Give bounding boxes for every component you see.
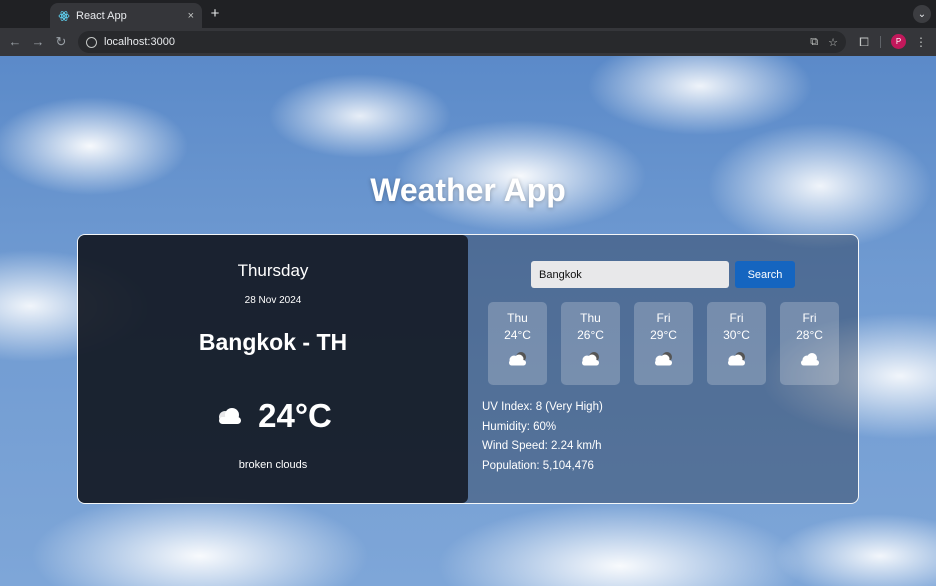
site-info-icon[interactable] [86, 36, 97, 48]
wind-speed: Wind Speed: 2.24 km/h [482, 440, 602, 452]
forecast-item: Fri 29°C [634, 302, 693, 385]
cloud-icon [800, 353, 819, 366]
current-day: Thursday [237, 261, 309, 280]
browser-tabstrip: React App × + ⌄ [0, 0, 936, 28]
back-arrow-icon[interactable]: ← [7, 34, 23, 50]
bookmark-star-icon[interactable]: ☆ [828, 36, 838, 49]
current-temp-row: 24°C [78, 397, 468, 435]
forecast-day: Thu [580, 311, 601, 325]
profile-avatar[interactable]: P [891, 34, 906, 49]
forecast-item: Thu 26°C [561, 302, 620, 385]
page-viewport: Weather App Thursday 28 Nov 2024 Bangkok… [0, 56, 936, 586]
uv-index: UV Index: 8 (Very High) [482, 401, 603, 413]
forecast-temp: 24°C [504, 328, 531, 342]
weather-condition: broken clouds [238, 459, 308, 471]
address-bar[interactable]: localhost:3000 ⧉ ☆ [78, 31, 846, 53]
forecast-day: Fri [802, 311, 817, 325]
forecast-item: Fri 28°C [780, 302, 839, 385]
current-temperature: 24°C [258, 397, 332, 434]
forecast-temp: 26°C [577, 328, 604, 342]
browser-menu-icon[interactable]: ⋮ [913, 34, 929, 50]
forecast-day: Thu [507, 311, 528, 325]
cloud-dark-icon [508, 352, 526, 366]
forecast-list: Thu 24°C Thu 26°C Fri 29°C Fri 30°C Fri … [488, 302, 839, 385]
toolbar-divider [880, 36, 881, 48]
extensions-icon[interactable]: ⧠ [856, 34, 872, 50]
url-text[interactable]: localhost:3000 [104, 36, 800, 48]
city-search-input[interactable] [531, 261, 729, 288]
react-logo-icon [58, 10, 70, 21]
cloud-icon [219, 408, 242, 424]
forward-arrow-icon[interactable]: → [30, 34, 46, 50]
page-title: Weather App [370, 172, 566, 208]
reload-icon[interactable]: ↻ [53, 34, 69, 50]
weather-details: UV Index: 8 (Very High) Humidity: 60% Wi… [482, 398, 603, 476]
humidity: Humidity: 60% [482, 420, 557, 433]
search-button[interactable]: Search [735, 261, 795, 288]
cloud-dark-icon [727, 352, 745, 366]
forecast-panel: Search Thu 24°C Thu 26°C [468, 235, 858, 503]
cloud-dark-icon [581, 352, 599, 366]
tab-search-chevron-icon[interactable]: ⌄ [913, 5, 931, 23]
forecast-item: Thu 24°C [488, 302, 547, 385]
tab-title: React App [76, 9, 127, 22]
browser-tab[interactable]: React App × [50, 3, 202, 28]
forecast-item: Fri 30°C [707, 302, 766, 385]
current-weather-panel: Thursday 28 Nov 2024 Bangkok - TH 24°C b… [78, 235, 468, 503]
city-name: Bangkok - TH [198, 329, 348, 355]
cloud-dark-icon [654, 352, 672, 366]
browser-toolbar: ← → ↻ localhost:3000 ⧉ ☆ [0, 28, 936, 56]
weather-card: Thursday 28 Nov 2024 Bangkok - TH 24°C b… [77, 234, 859, 504]
current-date: 28 Nov 2024 [244, 295, 302, 306]
forecast-temp: 28°C [796, 328, 823, 342]
forecast-day: Fri [656, 311, 671, 325]
install-app-icon[interactable]: ⧉ [810, 36, 818, 49]
tab-close-icon[interactable]: × [188, 10, 194, 22]
forecast-temp: 30°C [723, 328, 750, 342]
forecast-day: Fri [729, 311, 744, 325]
new-tab-button[interactable]: + [207, 5, 223, 22]
population: Population: 5,104,476 [482, 459, 594, 472]
forecast-temp: 29°C [650, 328, 677, 342]
